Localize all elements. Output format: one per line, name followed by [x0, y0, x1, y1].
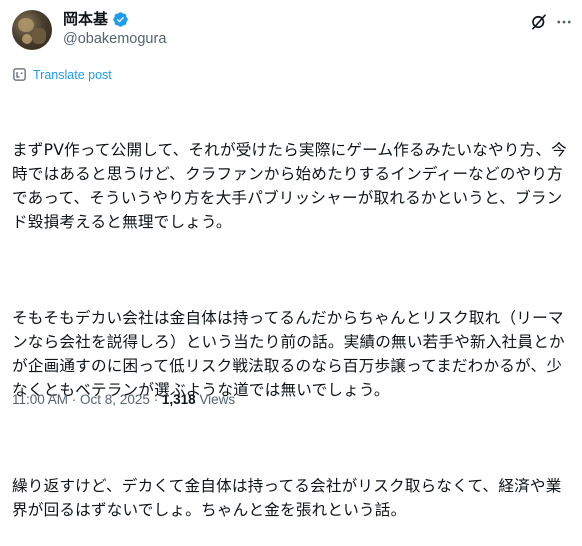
author-display-name[interactable]: 岡本基	[63, 10, 108, 29]
post-text: まずPV作って公開して、それが受けたら実際にゲーム作るみたいなやり方、今時ではあ…	[12, 90, 576, 546]
translate-post-label[interactable]: Translate post	[33, 68, 112, 82]
post-time[interactable]: 11:00 AM	[12, 392, 68, 407]
post-paragraph: 繰り返すけど、デカくて金自体は持ってる会社がリスク取らなくて、経済や業界が回るは…	[12, 477, 562, 519]
translate-post-link[interactable]: Translate post	[12, 67, 112, 82]
post-paragraph: まずPV作って公開して、それが受けたら実際にゲーム作るみたいなやり方、今時ではあ…	[12, 141, 567, 231]
more-icon[interactable]	[555, 13, 573, 31]
author-handle[interactable]: @obakemogura	[63, 31, 166, 47]
post-date[interactable]: Oct 8, 2025	[80, 392, 150, 407]
post-meta: 11:00 AM · Oct 8, 2025 · 1,318 Views	[12, 392, 235, 407]
views-count[interactable]: 1,318	[162, 392, 196, 407]
views-label: Views	[195, 392, 236, 407]
grok-icon[interactable]	[530, 13, 548, 31]
author-name-row: 岡本基	[63, 10, 129, 29]
post-paragraph: そもそもデカい会社は金自体は持ってるんだからちゃんとリスク取れ（リーマンなら会社…	[12, 309, 565, 399]
author-avatar[interactable]	[12, 10, 52, 50]
meta-separator: ·	[68, 392, 81, 407]
meta-separator: ·	[149, 392, 162, 407]
verified-badge-icon[interactable]	[112, 11, 129, 28]
translate-icon	[13, 68, 26, 81]
